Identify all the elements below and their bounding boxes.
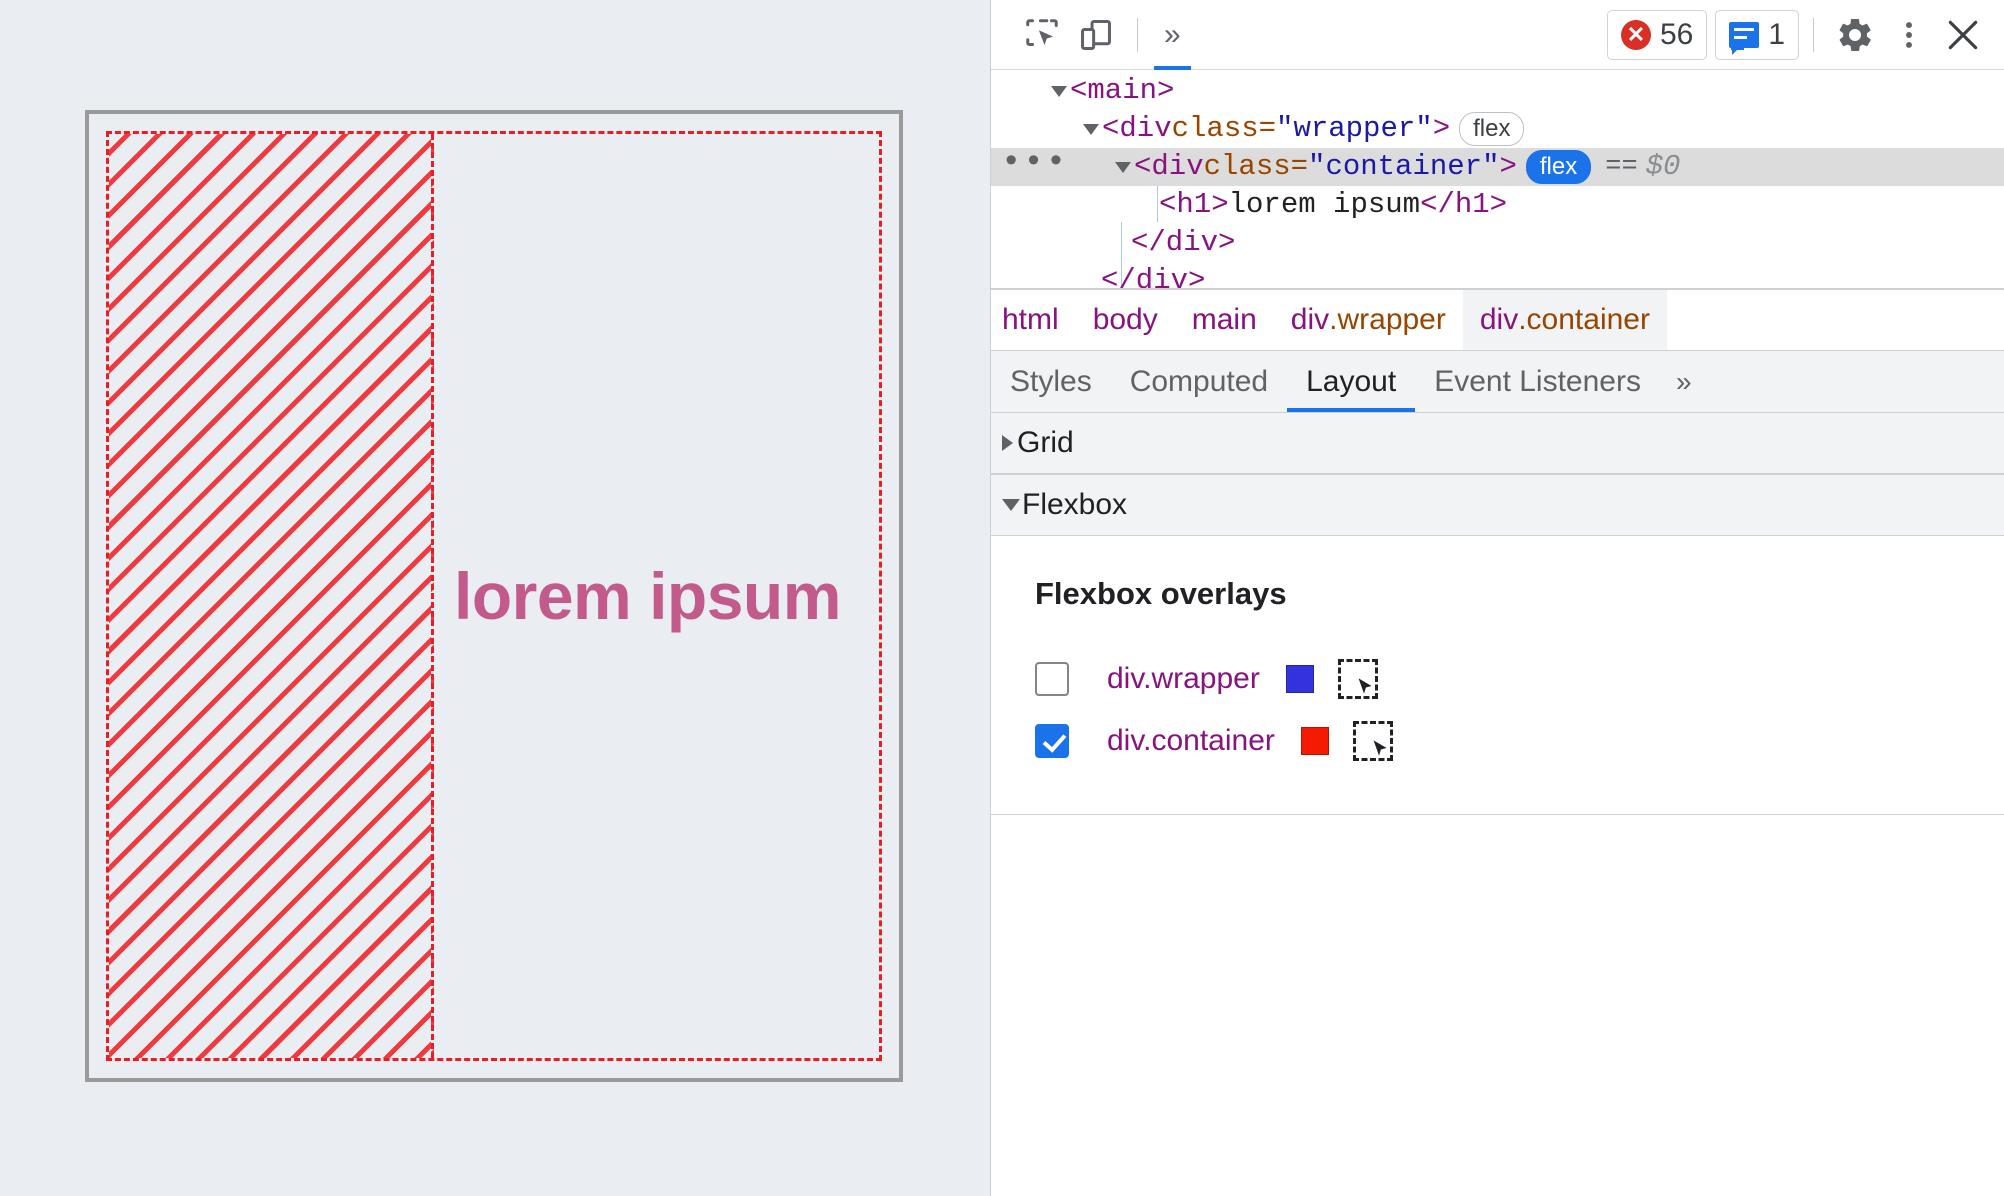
- chevron-down-icon[interactable]: [1115, 161, 1131, 173]
- dom-tree-row[interactable]: ••• <div class= "container" > flex == $0: [991, 146, 2004, 186]
- three-dot-menu-icon[interactable]: [1882, 8, 1936, 62]
- dom-token-attr: class=: [1203, 150, 1309, 183]
- flexbox-section-header[interactable]: Flexbox: [991, 474, 2004, 536]
- dom-row-overflow-icon[interactable]: •••: [1001, 146, 1068, 186]
- dom-tree-row[interactable]: <h1> lorem ipsum </h1>: [991, 186, 2004, 224]
- element-picker-icon[interactable]: [1352, 721, 1393, 761]
- dom-tree-row[interactable]: <main>: [991, 72, 2004, 110]
- dom-tree-row[interactable]: <div class= "wrapper" > flex: [991, 110, 2004, 148]
- breadcrumb-item-html[interactable]: html: [991, 290, 1076, 350]
- tab-event-listeners[interactable]: Event Listeners: [1415, 351, 1660, 412]
- flexbox-overlay-container: lorem ipsum: [106, 131, 882, 1061]
- grid-section-title: Grid: [1017, 426, 1074, 459]
- breadcrumb-item-div.container[interactable]: div .container: [1462, 290, 1667, 350]
- dom-token-tag: <h1>: [1159, 188, 1229, 221]
- breadcrumb-tag: main: [1191, 303, 1257, 336]
- chevron-down-icon[interactable]: [1051, 85, 1067, 97]
- toolbar-divider-2: [1813, 17, 1814, 52]
- layout-pane: Grid Flexbox Flexbox overlays div.wrappe…: [991, 412, 2004, 1196]
- message-icon: [1729, 21, 1760, 55]
- dom-token-tag: </div>: [1101, 264, 1206, 288]
- dom-token-tag: <div: [1134, 150, 1204, 183]
- close-icon[interactable]: [1936, 8, 1990, 62]
- message-count-label: 1: [1768, 17, 1785, 51]
- devtools-window: lorem ipsum » ✕ 56 1 <main> <div class= …: [0, 0, 2004, 1196]
- dom-token-tag: >: [1499, 150, 1517, 183]
- page-heading: lorem ipsum: [454, 559, 841, 633]
- flexbox-section-title: Flexbox: [1022, 488, 1128, 521]
- error-count-label: 56: [1659, 17, 1694, 51]
- tab-computed[interactable]: Computed: [1111, 351, 1287, 412]
- dom-token-tag: </div>: [1131, 226, 1236, 259]
- overlay-label[interactable]: div.wrapper: [1107, 662, 1260, 696]
- breadcrumb-item-body[interactable]: body: [1076, 290, 1175, 350]
- inspect-cursor-icon[interactable]: [1015, 8, 1069, 62]
- flex-badge[interactable]: flex: [1459, 112, 1525, 146]
- tab-layout[interactable]: Layout: [1287, 351, 1416, 412]
- gear-icon[interactable]: [1828, 8, 1882, 62]
- dom-tree-row[interactable]: </div>: [991, 224, 2004, 262]
- page-viewport: lorem ipsum: [0, 0, 990, 1196]
- breadcrumb-tag: html: [1002, 303, 1059, 336]
- chevron-right-icon: [1002, 435, 1013, 451]
- flexbox-overlay-row: div.wrapper: [1035, 648, 2004, 710]
- dom-token-attrval: "container": [1308, 150, 1500, 183]
- dom-token-txt: lorem ipsum: [1228, 188, 1421, 221]
- overlay-checkbox[interactable]: [1035, 724, 1069, 758]
- grid-section-header[interactable]: Grid: [991, 412, 2004, 474]
- overlay-label[interactable]: div.container: [1107, 724, 1275, 758]
- breadcrumb-item-main[interactable]: main: [1175, 290, 1274, 350]
- flexbox-overlays-title: Flexbox overlays: [1035, 576, 1287, 611]
- error-count-button[interactable]: ✕ 56: [1606, 9, 1708, 60]
- more-tabs-icon[interactable]: »: [1660, 351, 1708, 412]
- dom-token-attr: class=: [1171, 112, 1277, 145]
- dom-token-attrval: "wrapper": [1276, 112, 1433, 145]
- chevron-double-right-icon[interactable]: »: [1152, 8, 1193, 71]
- flexbox-overlay-row: div.container: [1035, 710, 2004, 772]
- flexbox-overlays-body: Flexbox overlays div.wrapper div.containe…: [991, 536, 2004, 815]
- breadcrumb-class: .wrapper: [1329, 303, 1446, 336]
- breadcrumb-tag: div: [1290, 303, 1330, 336]
- overlay-color-swatch[interactable]: [1285, 665, 1314, 693]
- breadcrumb-class: .container: [1518, 303, 1650, 336]
- tab-styles[interactable]: Styles: [991, 351, 1111, 412]
- devtools-toolbar: » ✕ 56 1: [991, 0, 2004, 71]
- chevron-down-icon[interactable]: [1083, 123, 1099, 135]
- picker-cursor-arrow: [1358, 678, 1372, 694]
- sidebar-tabs[interactable]: Styles Computed Layout Event Listeners»: [991, 350, 2004, 412]
- dom-token-tag: >: [1432, 112, 1451, 145]
- dom-token-tag: </h1>: [1420, 188, 1508, 221]
- flexbox-free-space-hatch: [109, 134, 434, 1058]
- overlay-checkbox[interactable]: [1035, 662, 1069, 696]
- dom-equals-marker: ==: [1605, 152, 1638, 182]
- overlay-color-swatch[interactable]: [1300, 727, 1329, 755]
- rendered-page-body: lorem ipsum: [85, 110, 903, 1082]
- element-picker-icon[interactable]: [1337, 659, 1378, 699]
- breadcrumb-item-div.wrapper[interactable]: div .wrapper: [1274, 290, 1463, 350]
- dom-token-tag: <main>: [1070, 74, 1175, 107]
- breadcrumb-tag: body: [1092, 303, 1158, 336]
- error-circle-icon: ✕: [1620, 19, 1651, 50]
- dom-dollar-zero-marker: $0: [1645, 150, 1681, 183]
- devtools-panel: » ✕ 56 1 <main> <div class= "wrapper" > …: [990, 0, 2004, 1196]
- dom-tree[interactable]: <main> <div class= "wrapper" > flex ••• <div c…: [991, 70, 2004, 288]
- toolbar-divider-1: [1137, 17, 1138, 52]
- flex-badge[interactable]: flex: [1525, 150, 1592, 184]
- chevron-down-icon: [1002, 499, 1020, 511]
- device-toolbar-icon[interactable]: [1069, 8, 1123, 62]
- message-count-button[interactable]: 1: [1715, 9, 1799, 60]
- picker-cursor-arrow: [1373, 740, 1387, 756]
- breadcrumb[interactable]: html body main div .wrapper div .container: [991, 288, 2004, 350]
- dom-tree-row[interactable]: </div>: [991, 262, 2004, 288]
- breadcrumb-tag: div: [1479, 303, 1519, 336]
- dom-token-tag: <div: [1102, 112, 1172, 145]
